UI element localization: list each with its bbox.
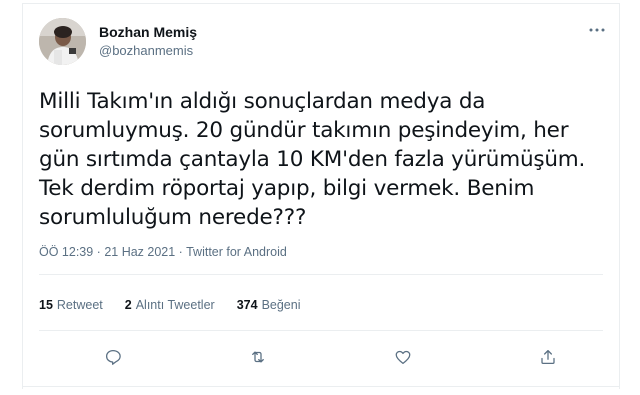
share-button[interactable]	[533, 342, 563, 372]
more-horizontal-icon	[589, 28, 605, 32]
avatar-photo	[39, 18, 86, 65]
avatar[interactable]	[39, 18, 86, 65]
tweet-source[interactable]: Twitter for Android	[186, 245, 287, 259]
reply-button[interactable]	[98, 342, 128, 372]
tweet-actions	[23, 342, 621, 372]
share-icon	[541, 349, 555, 365]
divider	[22, 386, 620, 387]
like-button[interactable]	[388, 342, 418, 372]
tweet-time[interactable]: ÖÖ 12:39	[39, 245, 93, 259]
author-name[interactable]: Bozhan Memiş	[99, 24, 197, 40]
tweet-stats: 15 Retweet 2 Alıntı Tweetler 374 Beğeni	[39, 298, 301, 312]
retweet-icon	[252, 351, 264, 363]
divider	[39, 274, 603, 275]
retweets-count: 15	[39, 298, 53, 312]
tweet-date[interactable]: 21 Haz 2021	[104, 245, 175, 259]
meta-separator: ·	[93, 245, 105, 259]
reply-icon	[105, 349, 121, 365]
quotes-label: Alıntı Tweetler	[135, 298, 215, 312]
quotes-stat[interactable]: 2 Alıntı Tweetler	[125, 298, 215, 312]
retweets-stat[interactable]: 15 Retweet	[39, 298, 103, 312]
tweet-card: Bozhan Memiş @bozhanmemis Milli Takım'ın…	[22, 3, 620, 389]
likes-count: 374	[236, 298, 258, 312]
tweet-meta: ÖÖ 12:39 · 21 Haz 2021 · Twitter for And…	[39, 245, 287, 259]
author-handle[interactable]: @bozhanmemis	[99, 43, 193, 58]
more-options-button[interactable]	[585, 20, 609, 40]
heart-icon	[395, 350, 411, 365]
retweets-label: Retweet	[56, 298, 103, 312]
quotes-count: 2	[124, 298, 132, 312]
meta-separator: ·	[175, 245, 187, 259]
retweet-button[interactable]	[243, 342, 273, 372]
likes-stat[interactable]: 374 Beğeni	[237, 298, 301, 312]
divider	[39, 330, 603, 331]
tweet-text: Milli Takım'ın aldığı sonuçlardan medya …	[39, 89, 592, 230]
likes-label: Beğeni	[261, 298, 301, 312]
